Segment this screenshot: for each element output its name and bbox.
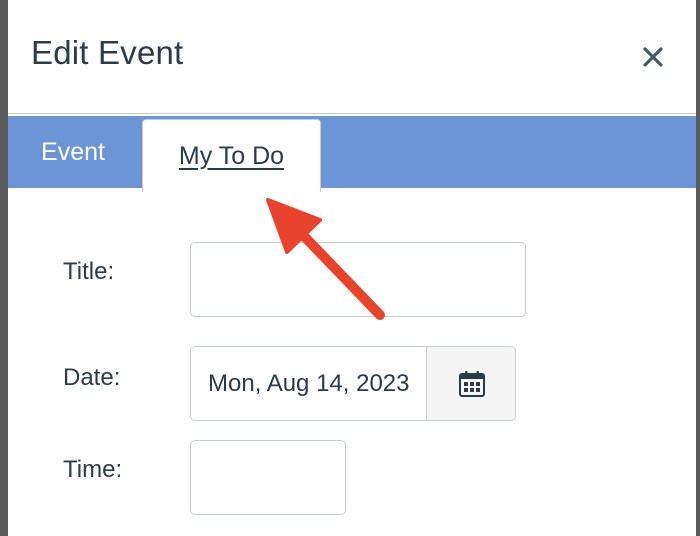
close-button[interactable] (634, 38, 672, 76)
tab-event[interactable]: Event (8, 116, 138, 188)
time-label: Time: (63, 456, 123, 483)
tab-bar: Event My To Do (8, 116, 696, 192)
dialog-header: Edit Event (8, 0, 696, 114)
time-input[interactable] (190, 440, 346, 515)
title-label: Title: (63, 258, 115, 285)
title-input[interactable] (190, 242, 526, 317)
date-field-group (190, 346, 516, 421)
dialog-title: Edit Event (31, 34, 184, 71)
calendar-button[interactable] (426, 347, 515, 420)
tab-my-to-do[interactable]: My To Do (142, 119, 321, 192)
date-input[interactable] (191, 347, 425, 420)
calendar-icon (458, 370, 485, 397)
date-label: Date: (63, 364, 121, 391)
edit-event-dialog: Edit Event Event My To Do Title: Date: M… (8, 0, 696, 536)
close-icon (643, 47, 663, 67)
